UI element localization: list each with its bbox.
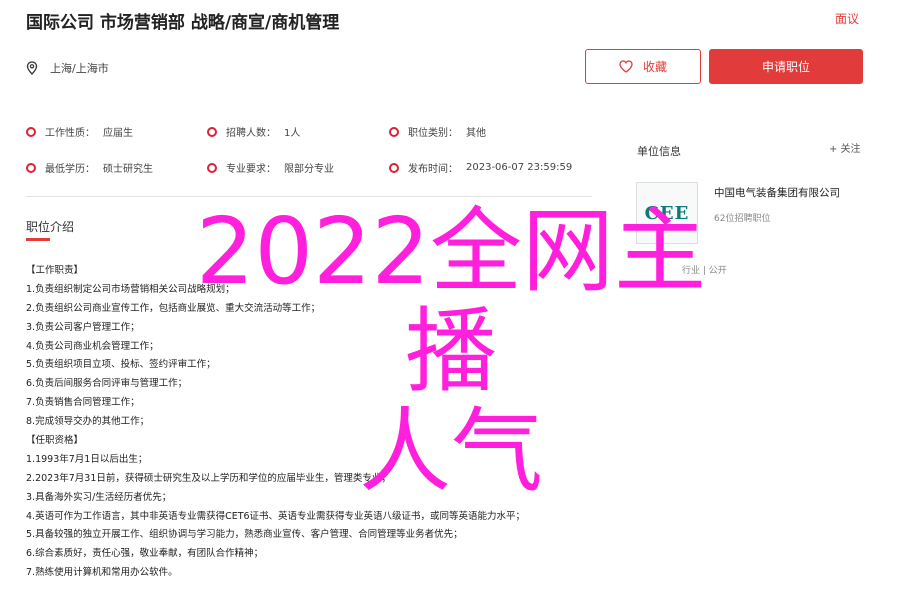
- follow-button[interactable]: + 关注: [829, 140, 861, 155]
- location-pin-icon: [26, 61, 38, 75]
- company-jobs-count: 62位招聘职位: [714, 214, 771, 224]
- location-text: 上海/上海市: [50, 62, 109, 75]
- description-line: 7.熟练使用计算机和常用办公软件。: [26, 567, 178, 579]
- favorite-label: 收藏: [642, 60, 667, 74]
- info-label: 最低学历：: [45, 164, 95, 175]
- section-accent-bar: [26, 238, 50, 241]
- info-value: 2023-06-07 23:59:59: [466, 162, 573, 173]
- info-headcount: 招聘人数： 1人: [207, 124, 300, 139]
- company-section-title: 单位信息: [637, 145, 681, 158]
- description-line: 【工作职责】: [26, 265, 84, 276]
- description-line: 6.综合素质好，责任心强，敬业奉献，有团队合作精神；: [26, 548, 264, 560]
- description-line: 【任职资格】: [26, 435, 84, 447]
- info-label: 职位类别：: [408, 128, 458, 139]
- bullet-icon: [207, 126, 217, 137]
- description-line: 8.完成领导交办的其他工作；: [26, 416, 150, 428]
- description-line: 7.负责销售合同管理工作；: [26, 397, 140, 409]
- info-work-type: 工作性质： 应届生: [26, 124, 133, 139]
- company-name[interactable]: 中国电气装备集团有限公司: [714, 185, 840, 200]
- info-education: 最低学历： 硕士研究生: [26, 160, 153, 175]
- description-line: 4.负责公司商业机会管理工作；: [26, 340, 159, 352]
- description-line: 1.1993年7月1日以后出生；: [26, 453, 148, 465]
- info-publish-time: 发布时间： 2023-06-07 23:59:59: [389, 160, 572, 175]
- salary-text: 面议: [835, 12, 860, 26]
- description-line: 3.具备海外实习/生活经历者优先；: [26, 491, 172, 503]
- bullet-icon: [26, 126, 36, 137]
- description-line: 4.英语可作为工作语言，其中非英语专业需获得CET6证书、英语专业需获得专业英语…: [26, 510, 526, 522]
- logo-text: CEE: [644, 202, 690, 224]
- info-category: 职位类别： 其他: [389, 124, 486, 139]
- info-value: 硕士研究生: [103, 164, 153, 175]
- description-title: 职位介绍: [26, 220, 75, 234]
- description-line: 2.负责组织公司商业宣传工作，包括商业展览、重大交流活动等工作；: [26, 302, 321, 314]
- description-line: 2.2023年7月31日前，获得硕士研究生及以上学历和学位的应届毕业生，管理类专…: [26, 472, 391, 484]
- location: 上海/上海市: [26, 60, 109, 76]
- info-value: 应届生: [103, 128, 133, 139]
- company-logo[interactable]: CEE: [636, 182, 698, 244]
- description-body: 【工作职责】 1.负责组织制定公司市场营销相关公司战略规划； 2.负责组织公司商业宣…: [26, 262, 606, 583]
- description-line: 5.具备较强的独立开展工作、组织协调与学习能力，熟悉商业宣传、客户管理、合同管理…: [26, 529, 463, 541]
- bullet-icon: [26, 162, 36, 173]
- heart-icon: [619, 60, 633, 73]
- info-value: 1人: [284, 128, 301, 139]
- info-label: 工作性质：: [45, 128, 95, 139]
- bullet-icon: [389, 162, 399, 173]
- job-title: 国际公司 市场营销部 战略/商宣/商机管理: [26, 13, 340, 33]
- info-value: 其他: [466, 128, 486, 139]
- info-label: 招聘人数：: [226, 128, 276, 139]
- info-label: 发布时间：: [408, 164, 458, 175]
- description-line: 5.负责组织项目立项、投标、签约评审工作；: [26, 359, 216, 371]
- apply-label: 申请职位: [761, 60, 810, 74]
- description-line: 1.负责组织制定公司市场营销相关公司战略规划；: [26, 283, 235, 295]
- bullet-icon: [207, 162, 217, 173]
- info-value: 限部分专业: [284, 164, 334, 175]
- company-tags: 行业 | 公开: [682, 266, 727, 276]
- description-line: 6.负责后间服务合同评审与管理工作；: [26, 378, 188, 390]
- bullet-icon: [389, 126, 399, 137]
- description-line: 3.负责公司客户管理工作；: [26, 321, 140, 333]
- info-label: 专业要求：: [226, 164, 276, 175]
- apply-button[interactable]: 申请职位: [709, 49, 863, 84]
- divider: [26, 196, 592, 197]
- info-major: 专业要求： 限部分专业: [207, 160, 334, 175]
- favorite-button[interactable]: 收藏: [585, 49, 701, 84]
